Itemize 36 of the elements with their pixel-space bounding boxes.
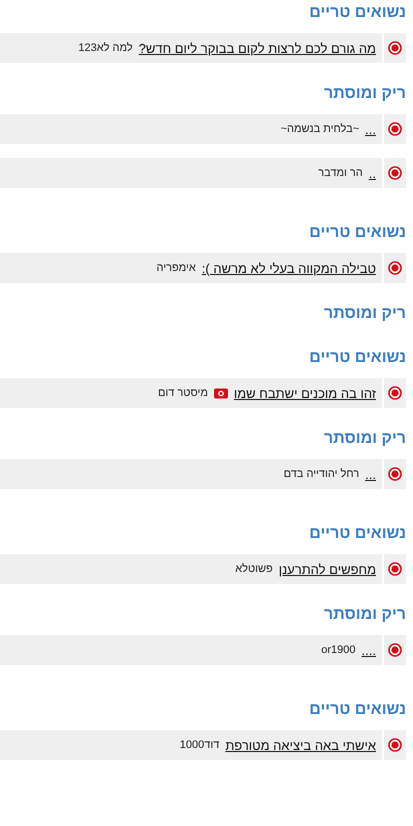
author-name[interactable]: אימפריה <box>156 262 196 274</box>
topic-link[interactable]: מה גורם לכם לרצות לקום בבוקר ליום חדש? <box>138 40 376 56</box>
section-heading[interactable]: ריק ומוסתר <box>324 598 406 635</box>
section-heading[interactable]: נשואים טריים <box>309 693 406 730</box>
topic-link[interactable]: ... <box>365 122 376 136</box>
status-dot-icon <box>388 166 402 180</box>
status-dot-icon <box>388 643 402 657</box>
section-heading[interactable]: נשואים טריים <box>309 0 406 33</box>
author-name[interactable]: דוד1000 <box>180 739 220 751</box>
section-heading[interactable]: נשואים טריים <box>309 216 406 253</box>
author-name[interactable]: or1900 <box>321 644 356 656</box>
author-name[interactable]: פשוטלא <box>235 563 273 575</box>
status-dot-icon <box>388 122 402 136</box>
author-name[interactable]: רחל יהודייה בדם <box>284 468 360 480</box>
status-dot-icon <box>388 467 402 481</box>
topic-link[interactable]: אישתי באה ביציאה מטורפת <box>225 738 376 752</box>
section-heading[interactable]: ריק ומוסתר <box>324 297 406 334</box>
topic-link[interactable]: מחפשים להתרענן <box>278 562 376 576</box>
author-name[interactable]: הר ומדבר <box>318 167 363 179</box>
section-heading[interactable]: נשואים טריים <box>309 341 406 378</box>
status-dot-icon <box>388 738 402 752</box>
author-name[interactable]: למה לא123 <box>78 42 133 54</box>
author-name[interactable]: ~בלחית בנשמה~ <box>280 123 360 135</box>
status-dot-icon <box>388 41 402 55</box>
status-dot-icon <box>388 386 402 400</box>
section-heading[interactable]: נשואים טריים <box>309 517 406 554</box>
topic-link[interactable]: זהו בה מוכנים ישתבח שמו <box>234 386 376 400</box>
topic-link[interactable]: טבילה המקווה בעלי לא מרשה ): <box>202 260 376 276</box>
topic-link[interactable]: .... <box>362 642 376 658</box>
status-dot-icon <box>388 562 402 576</box>
section-heading[interactable]: ריק ומוסתר <box>324 77 406 114</box>
author-name[interactable]: מיסטר דום <box>158 387 208 399</box>
status-dot-icon <box>388 261 402 275</box>
topic-link[interactable]: .. <box>368 166 376 180</box>
topic-link[interactable]: ... <box>365 466 376 482</box>
section-heading[interactable]: ריק ומוסתר <box>324 422 406 459</box>
